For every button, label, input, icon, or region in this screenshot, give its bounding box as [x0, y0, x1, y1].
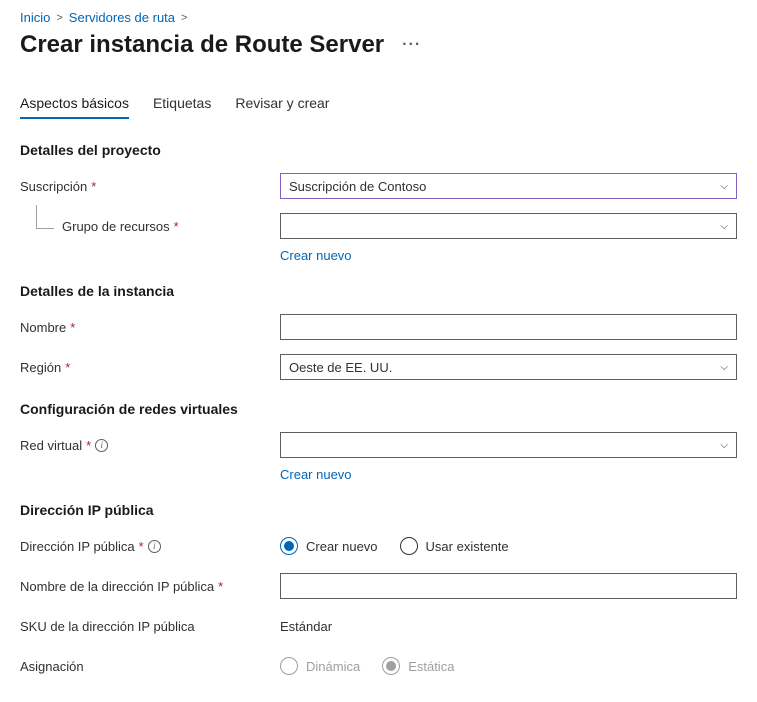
info-icon[interactable]: i — [148, 540, 161, 553]
chevron-down-icon: ⌵ — [720, 221, 728, 232]
radio-circle-icon — [382, 657, 400, 675]
label-public-ip-sku: SKU de la dirección IP pública — [20, 619, 280, 634]
chevron-right-icon: > — [181, 12, 187, 24]
tab-tags[interactable]: Etiquetas — [153, 95, 211, 119]
label-name: Nombre* — [20, 320, 280, 335]
row-public-ip-sku: SKU de la dirección IP pública Estándar — [20, 612, 737, 640]
radio-create-new[interactable]: Crear nuevo — [280, 537, 378, 555]
page-title-text: Crear instancia de Route Server — [20, 31, 384, 59]
label-public-ip-name: Nombre de la dirección IP pública* — [20, 579, 280, 594]
tabs: Aspectos básicos Etiquetas Revisar y cre… — [20, 95, 737, 120]
radio-circle-icon — [280, 657, 298, 675]
info-icon[interactable]: i — [95, 439, 108, 452]
section-project-details: Detalles del proyecto — [20, 142, 737, 158]
input-name[interactable] — [280, 314, 737, 340]
radio-use-existing[interactable]: Usar existente — [400, 537, 509, 555]
select-subscription[interactable]: Suscripción de Contoso ⌵ — [280, 173, 737, 199]
radio-dynamic: Dinámica — [280, 657, 360, 675]
chevron-right-icon: > — [56, 12, 62, 24]
link-create-new-rg[interactable]: Crear nuevo — [280, 248, 352, 263]
breadcrumb-route-servers[interactable]: Servidores de ruta — [69, 10, 175, 25]
section-instance-details: Detalles de la instancia — [20, 283, 737, 299]
radio-group-assignment: Dinámica Estática — [280, 657, 737, 675]
chevron-down-icon: ⌵ — [720, 362, 728, 373]
radio-static: Estática — [382, 657, 454, 675]
tab-basics[interactable]: Aspectos básicos — [20, 95, 129, 119]
row-public-ip: Dirección IP pública* i Crear nuevo Usar… — [20, 532, 737, 560]
more-actions-icon[interactable]: ··· — [402, 36, 421, 54]
link-create-new-vnet[interactable]: Crear nuevo — [280, 467, 352, 482]
radio-circle-icon — [400, 537, 418, 555]
chevron-down-icon: ⌵ — [720, 181, 728, 192]
value-public-ip-sku: Estándar — [280, 619, 332, 634]
label-region: Región* — [20, 360, 280, 375]
tab-review[interactable]: Revisar y crear — [235, 95, 329, 119]
select-resource-group[interactable]: ⌵ — [280, 213, 737, 239]
label-vnet: Red virtual* i — [20, 438, 280, 453]
input-public-ip-name[interactable] — [280, 573, 737, 599]
row-resource-group: Grupo de recursos* ⌵ — [20, 212, 737, 240]
section-public-ip: Dirección IP pública — [20, 502, 737, 518]
row-subscription: Suscripción* Suscripción de Contoso ⌵ — [20, 172, 737, 200]
page-title: Crear instancia de Route Server ··· — [20, 31, 737, 59]
breadcrumb: Inicio > Servidores de ruta > — [20, 10, 737, 25]
select-region[interactable]: Oeste de EE. UU. ⌵ — [280, 354, 737, 380]
chevron-down-icon: ⌵ — [720, 440, 728, 451]
label-subscription: Suscripción* — [20, 179, 280, 194]
radio-group-public-ip: Crear nuevo Usar existente — [280, 537, 737, 555]
row-vnet: Red virtual* i ⌵ — [20, 431, 737, 459]
label-public-ip: Dirección IP pública* i — [20, 539, 280, 554]
radio-circle-icon — [280, 537, 298, 555]
row-region: Región* Oeste de EE. UU. ⌵ — [20, 353, 737, 381]
section-vnet-config: Configuración de redes virtuales — [20, 401, 737, 417]
select-vnet[interactable]: ⌵ — [280, 432, 737, 458]
label-resource-group: Grupo de recursos* — [20, 219, 280, 234]
row-name: Nombre* — [20, 313, 737, 341]
row-assignment: Asignación Dinámica Estática — [20, 652, 737, 680]
breadcrumb-home[interactable]: Inicio — [20, 10, 50, 25]
label-assignment: Asignación — [20, 659, 280, 674]
row-public-ip-name: Nombre de la dirección IP pública* — [20, 572, 737, 600]
